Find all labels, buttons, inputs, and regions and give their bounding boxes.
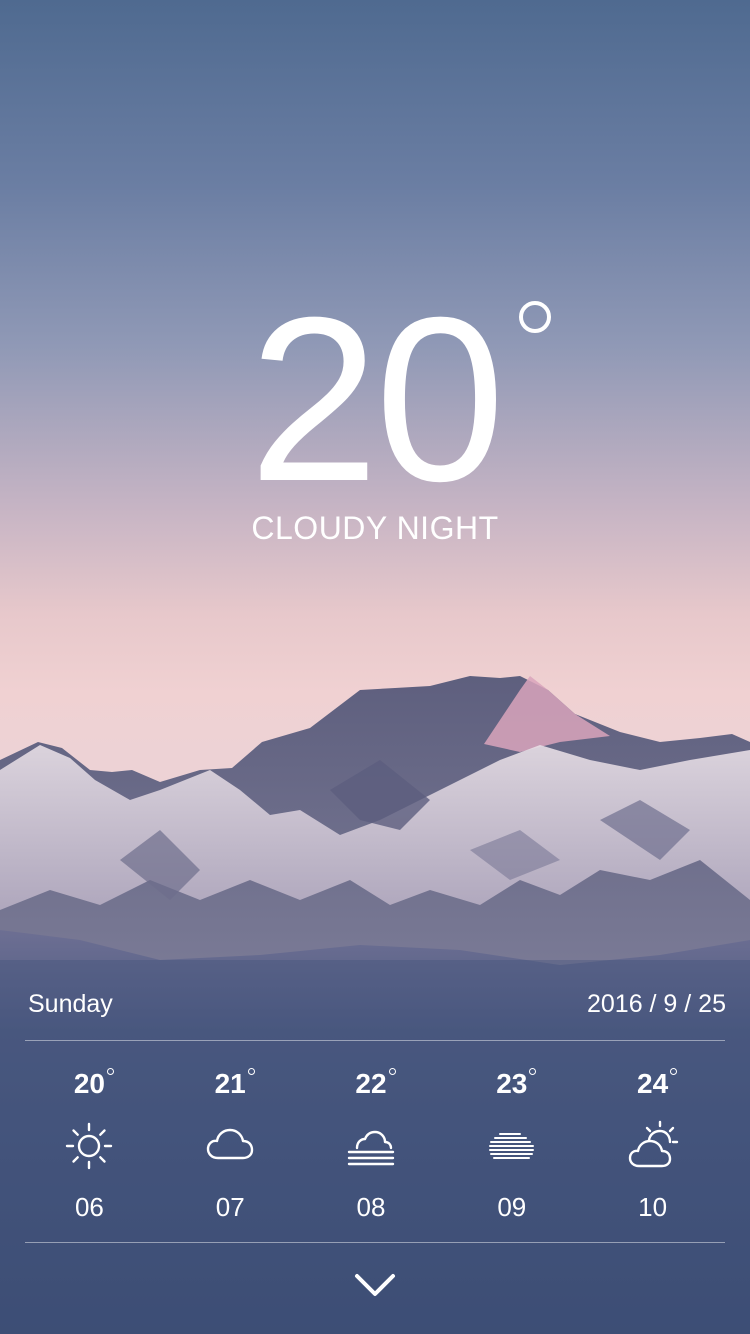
forecast-temperature: 22 [355, 1068, 387, 1099]
degree-symbol [247, 1068, 255, 1075]
forecast-item[interactable]: 21 07 [160, 1060, 301, 1230]
forecast-item[interactable]: 24 10 [582, 1060, 723, 1230]
forecast-item[interactable]: 20 06 [19, 1060, 160, 1230]
sun-icon [66, 1122, 113, 1170]
fog-icon [347, 1130, 395, 1166]
forecast-hour: 07 [215, 1192, 245, 1222]
forecast-hour: 06 [74, 1192, 104, 1222]
degree-symbol [529, 1068, 537, 1075]
divider [25, 1040, 725, 1041]
forecast-temperature: 23 [496, 1068, 528, 1099]
partly-cloudy-icon [628, 1120, 678, 1168]
forecast-item[interactable]: 23 09 [441, 1060, 582, 1230]
forecast-item[interactable]: 22 08 [301, 1060, 442, 1230]
degree-symbol [388, 1068, 396, 1075]
hourly-forecast: 20 06 21 07 22 08 23 09 24 10 [19, 1060, 723, 1230]
chevron-down-icon[interactable] [352, 1268, 398, 1302]
divider [25, 1242, 725, 1243]
forecast-temperature: 21 [214, 1068, 246, 1099]
forecast-temperature: 24 [637, 1068, 669, 1099]
weather-condition: CLOUDY NIGHT [251, 510, 499, 546]
forecast-hour: 08 [356, 1192, 386, 1222]
current-temperature: 20 [248, 268, 505, 530]
degree-symbol [106, 1068, 114, 1075]
forecast-hour: 10 [638, 1192, 668, 1222]
current-date: 2016 / 9 / 25 [586, 990, 726, 1018]
cloud-icon [206, 1128, 254, 1160]
haze-icon [488, 1133, 534, 1159]
degree-symbol [519, 301, 551, 333]
degree-symbol [670, 1068, 678, 1075]
forecast-temperature: 20 [73, 1068, 105, 1099]
forecast-hour: 09 [497, 1192, 527, 1222]
day-of-week: Sunday [28, 990, 113, 1018]
